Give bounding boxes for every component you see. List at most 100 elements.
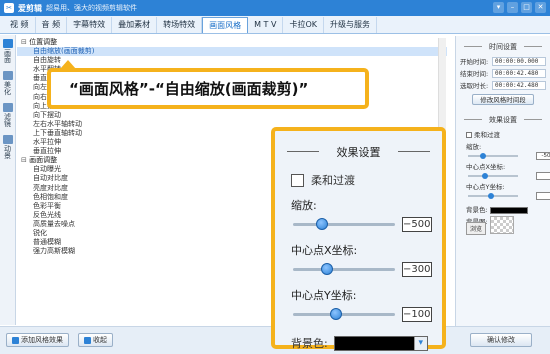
- center-y-mini-knob[interactable]: [488, 193, 494, 199]
- scale-mini-knob[interactable]: [480, 153, 486, 159]
- menu-tab-6[interactable]: M T V: [248, 17, 284, 33]
- modify-time-range-button[interactable]: 修改风格时间段: [472, 94, 534, 105]
- minimize-icon[interactable]: –: [507, 2, 518, 13]
- left-category-toolbar: 画面 美化 滤镜 动景: [0, 35, 16, 325]
- vtool-item-2[interactable]: 滤镜: [1, 103, 15, 127]
- menu-tab-3[interactable]: 叠加素材: [112, 17, 158, 33]
- zoom-center-y-knob[interactable]: [329, 308, 342, 320]
- vtool-item-0[interactable]: 画面: [1, 39, 15, 63]
- chevron-down-icon[interactable]: ▾: [413, 336, 427, 350]
- effect-section-title: 效果设置: [456, 115, 550, 125]
- zoom-center-x-label: 中心点X坐标:: [291, 244, 358, 257]
- annotation-callout: “画面风格”-“自由缩放(画面裁剪)”: [47, 68, 369, 109]
- vtool-label: 滤镜: [3, 113, 12, 127]
- browse-button[interactable]: 浏览: [466, 222, 487, 235]
- tree-item[interactable]: 自由旋转: [17, 56, 447, 65]
- zoom-bgcolor-row: 背景色: ▾: [291, 335, 442, 351]
- zoom-effect-title: 效果设置: [275, 144, 442, 159]
- vtool-icon: [2, 103, 13, 112]
- zoom-center-x-track: [293, 268, 395, 271]
- menu-tab-7[interactable]: 卡拉OK: [283, 17, 324, 33]
- scale-mini-track: [468, 155, 518, 157]
- start-time-label: 开始时间:: [460, 58, 489, 66]
- vtool-label: 画面: [3, 49, 12, 63]
- add-style-effect-button[interactable]: 添加风格效果: [6, 333, 69, 347]
- app-tagline: 超易用、强大的视频剪辑软件: [46, 4, 137, 12]
- collapse-label: 收起: [93, 336, 107, 344]
- duration-label: 选取时长:: [460, 82, 489, 90]
- center-x-mini-knob[interactable]: [482, 173, 488, 179]
- zoom-center-y-label: 中心点Y坐标:: [291, 289, 357, 302]
- center-x-mini-track: [468, 175, 518, 177]
- end-time-row: 结束时间: 00:00:42.480: [460, 68, 546, 78]
- zoom-smooth-row: 柔和过渡: [291, 172, 442, 188]
- scale-label: 缩放:: [466, 143, 482, 151]
- menu-tab-4[interactable]: 转场特效: [157, 17, 203, 33]
- vtool-icon: [2, 71, 13, 80]
- smooth-transition-checkbox[interactable]: [466, 132, 472, 138]
- zoom-scale-knob[interactable]: [315, 218, 328, 230]
- close-icon[interactable]: ✕: [535, 2, 546, 13]
- bgimage-preview: [490, 216, 514, 234]
- zoom-scale-slider[interactable]: −500: [275, 215, 442, 233]
- title-bar: ✂ 爱剪辑 超易用、强大的视频剪辑软件 ▾ – □ ✕: [0, 0, 550, 16]
- center-x-mini-value[interactable]: 0: [536, 172, 550, 180]
- window-controls: ▾ – □ ✕: [493, 2, 546, 13]
- zoomed-effect-settings: 效果设置 柔和过渡 缩放: −500 中心点X坐标: −300 中心点Y坐标: …: [271, 127, 446, 351]
- zoom-scale-value[interactable]: −500: [402, 217, 432, 232]
- start-time-row: 开始时间: 00:00:00.000: [460, 56, 546, 66]
- menu-tab-0[interactable]: 视 频: [4, 17, 36, 33]
- callout-text: “画面风格”-“自由缩放(画面裁剪)”: [69, 80, 309, 98]
- zoom-center-x-knob[interactable]: [320, 263, 333, 275]
- bgcolor-mini-picker[interactable]: [489, 206, 528, 214]
- end-time-label: 结束时间:: [460, 70, 489, 78]
- menu-tab-8[interactable]: 升级与服务: [324, 17, 377, 33]
- vtool-item-3[interactable]: 动景: [1, 135, 15, 159]
- zoom-center-y-slider[interactable]: −100: [275, 305, 442, 323]
- duration-value: 00:00:42.480: [492, 80, 546, 90]
- center-y-label: 中心点Y坐标:: [466, 183, 505, 191]
- zoom-bgcolor-label: 背景色:: [291, 337, 328, 350]
- maximize-icon[interactable]: □: [521, 2, 532, 13]
- menu-dropdown-icon[interactable]: ▾: [493, 2, 504, 13]
- collapse-icon: [84, 336, 91, 344]
- zoom-center-y-value[interactable]: −100: [402, 307, 432, 322]
- main-menu-tabs: 视 频音 频字幕特效 叠加素材 转场特效 画面风格 M T V 卡拉OK 升级与服务: [0, 16, 550, 34]
- app-name: 爱剪辑: [18, 3, 42, 13]
- menu-tab-1[interactable]: 音 频: [36, 17, 68, 33]
- zoom-bgcolor-picker[interactable]: ▾: [333, 335, 428, 351]
- menu-tab-2[interactable]: 字幕特效: [67, 17, 113, 33]
- bgcolor-mini-label: 背景色:: [466, 206, 488, 214]
- center-y-mini-value[interactable]: 0: [536, 192, 550, 200]
- start-time-input[interactable]: 00:00:00.000: [492, 56, 546, 66]
- collapse-button[interactable]: 收起: [78, 333, 113, 347]
- zoom-center-x-value[interactable]: −300: [402, 262, 432, 277]
- zoom-smooth-checkbox[interactable]: [291, 173, 304, 187]
- menu-tab-5[interactable]: 画面风格: [202, 17, 249, 33]
- smooth-transition-label: 柔和过渡: [474, 131, 500, 139]
- tree-item[interactable]: 向下摆动: [17, 111, 447, 120]
- zoom-scale-track: [293, 223, 395, 226]
- vtool-label: 美化: [3, 81, 12, 95]
- vtool-icon: [2, 135, 13, 144]
- center-y-mini-slider[interactable]: 0: [468, 192, 550, 200]
- zoom-smooth-label: 柔和过渡: [311, 174, 355, 187]
- end-time-input[interactable]: 00:00:42.480: [492, 68, 546, 78]
- vtool-icon: [2, 39, 13, 48]
- smooth-transition-row: 柔和过渡: [466, 129, 540, 139]
- vtool-label: 动景: [3, 145, 12, 159]
- tree-item[interactable]: 自由缩放(画面裁剪): [17, 47, 447, 57]
- scale-mini-value[interactable]: -500: [536, 152, 550, 160]
- time-section-title: 时间设置: [456, 42, 550, 52]
- duration-row: 选取时长: 00:00:42.480: [460, 80, 546, 90]
- tree-group[interactable]: 位置调整: [17, 38, 447, 47]
- right-settings-panel: 时间设置 开始时间: 00:00:00.000 结束时间: 00:00:42.4…: [455, 36, 550, 326]
- zoom-center-y-track: [293, 313, 395, 316]
- zoom-scale-label: 缩放:: [291, 199, 317, 212]
- confirm-modify-button[interactable]: 确认修改: [470, 333, 532, 347]
- center-x-mini-slider[interactable]: 0: [468, 172, 550, 180]
- zoom-center-x-slider[interactable]: −300: [275, 260, 442, 278]
- scale-mini-slider[interactable]: -500: [468, 152, 550, 160]
- vtool-item-1[interactable]: 美化: [1, 71, 15, 95]
- bgcolor-row: 背景色:: [466, 204, 540, 214]
